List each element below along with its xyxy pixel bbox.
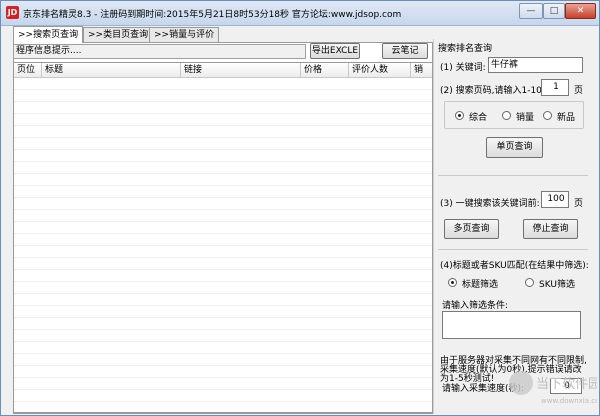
single-page-query-button[interactable]: 单页查询: [486, 137, 543, 158]
page-number-input[interactable]: 1: [541, 79, 569, 96]
table-body: [14, 78, 432, 412]
filter-title-label[interactable]: 标题筛选: [462, 277, 498, 290]
status-message: 程序信息提示....: [13, 44, 306, 59]
sort-new-radio[interactable]: [543, 111, 552, 120]
window-title: 京东排名精灵8.3 - 注册码到期时间:2015年5月21日8时53分18秒 官…: [23, 10, 402, 20]
downxia-watermark: 当下软件园 www.downxia.com: [509, 371, 597, 405]
batch-pages-input[interactable]: 100: [541, 191, 569, 208]
sort-option-group: 综合 销量 新品: [444, 101, 584, 129]
keyword-input[interactable]: 牛仔裤: [488, 57, 583, 73]
filter-condition-label: 请输入筛选条件:: [442, 301, 509, 311]
sort-new-label[interactable]: 新品: [557, 110, 575, 123]
table-header: 页位 标题 链接 价格 评价人数 销: [14, 63, 432, 78]
column-title[interactable]: 标题: [42, 63, 181, 77]
watermark-logo-icon: [509, 371, 533, 395]
main-window: JD 京东排名精灵8.3 - 注册码到期时间:2015年5月21日8时53分18…: [0, 0, 600, 416]
filter-sku-radio[interactable]: [525, 278, 534, 287]
minimize-button[interactable]: —: [519, 3, 543, 19]
column-link[interactable]: 链接: [181, 63, 301, 77]
maximize-button[interactable]: □: [543, 3, 565, 19]
filter-condition-input[interactable]: [442, 311, 581, 339]
column-rank[interactable]: 页位: [14, 63, 42, 77]
watermark-url: www.downxia.com: [541, 397, 597, 405]
batch-pages-label: (3) 一键搜索该关键词前:: [440, 199, 540, 209]
search-ranking-panel: 搜索排名查询 (1) 关键词: 牛仔裤 (2) 搜索页码,请输入1-100: 1…: [433, 39, 597, 414]
sort-sales-label[interactable]: 销量: [516, 110, 534, 123]
filter-match-label: (4)标题或者SKU匹配(在结果中筛选):: [440, 261, 589, 271]
section-divider: [438, 249, 588, 250]
tab-sales-reviews[interactable]: >>销量与评价: [149, 27, 220, 42]
sort-comprehensive-label[interactable]: 综合: [469, 110, 487, 123]
app-logo-icon: JD: [6, 6, 19, 19]
column-price[interactable]: 价格: [301, 63, 349, 77]
section-divider: [438, 175, 588, 176]
filter-title-radio[interactable]: [448, 278, 457, 287]
page-unit-label: 页: [574, 86, 584, 96]
tab-search-page[interactable]: >>搜索页查询: [13, 26, 84, 43]
watermark-text: 当下软件园: [536, 377, 597, 392]
keyword-label: (1) 关键词:: [440, 63, 486, 73]
results-table[interactable]: 页位 标题 链接 价格 评价人数 销: [13, 62, 433, 413]
page-number-label: (2) 搜索页码,请输入1-100:: [440, 86, 551, 96]
sort-comprehensive-radio[interactable]: [455, 111, 464, 120]
tab-category-page[interactable]: >>类目页查询: [83, 27, 154, 42]
panel-heading: 搜索排名查询: [438, 44, 493, 54]
column-review-count[interactable]: 评价人数: [349, 63, 411, 77]
column-sales[interactable]: 销: [411, 63, 432, 77]
close-button[interactable]: ✕: [565, 3, 596, 19]
cloud-notes-button[interactable]: 云笔记: [382, 43, 428, 59]
title-bar[interactable]: JD 京东排名精灵8.3 - 注册码到期时间:2015年5月21日8时53分18…: [1, 1, 599, 26]
stop-query-button[interactable]: 停止查询: [523, 219, 578, 239]
multi-page-query-button[interactable]: 多页查询: [444, 219, 499, 239]
sort-sales-radio[interactable]: [502, 111, 511, 120]
batch-unit-label: 页: [574, 199, 584, 209]
filter-sku-label[interactable]: SKU筛选: [539, 277, 575, 290]
export-excel-button[interactable]: 导出EXCLE: [310, 43, 360, 59]
